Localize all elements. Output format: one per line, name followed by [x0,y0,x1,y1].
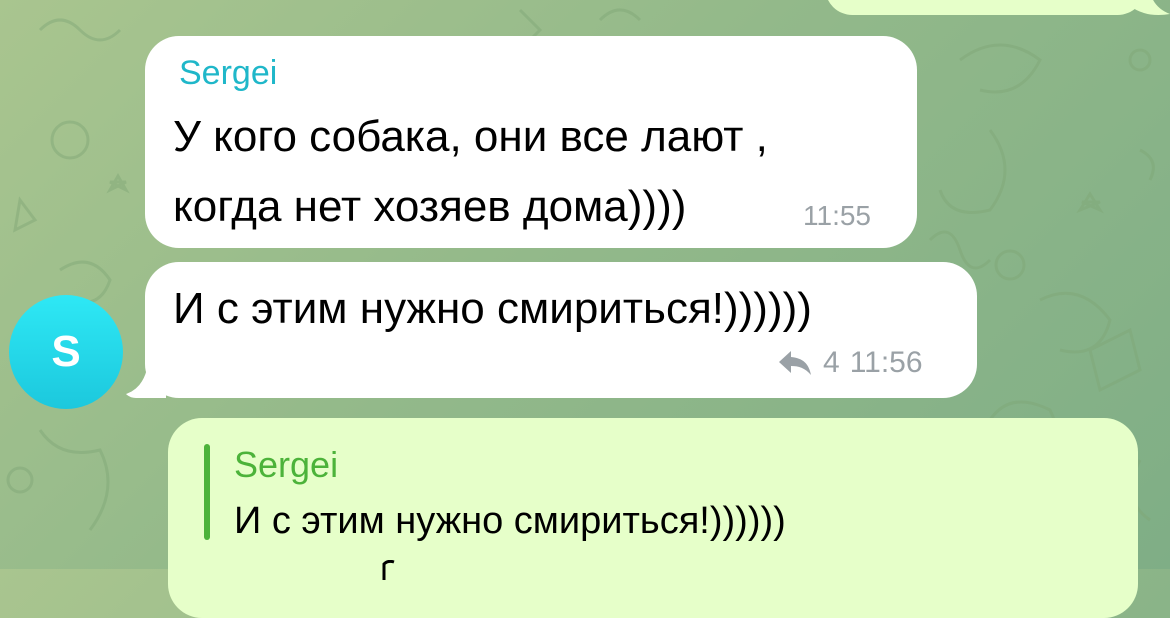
message-timestamp: 11:56 [849,346,923,379]
reply-quote-author[interactable]: Sergei [234,444,338,486]
message-meta[interactable]: 4 11:56 [777,346,923,380]
reply-quote-bar [204,444,210,540]
outgoing-message-bubble[interactable]: Sergei И с этим нужно смириться!)))))) [168,418,1138,618]
message-timestamp: 11:55 [803,200,871,231]
incoming-message-bubble[interactable]: Sergei У кого собака, они все лают , ког… [145,36,917,248]
message-text: И с этим нужно смириться!)))))) [173,284,812,333]
previous-outgoing-bubble[interactable] [825,0,1145,15]
replies-count: 4 [823,346,840,379]
avatar[interactable]: S [9,295,123,409]
incoming-bubble-tail [126,364,166,398]
cut-off-text-line [382,560,395,580]
message-text-line: У кого собака, они все лают , [173,112,768,161]
message-text-line: когда нет хозяев дома)))) [173,182,687,231]
avatar-initial: S [51,327,81,376]
reply-arrow-icon [779,351,811,375]
outgoing-bubble-tail [1130,0,1170,15]
sender-name[interactable]: Sergei [179,54,277,93]
incoming-message-bubble[interactable]: И с этим нужно смириться!)))))) 4 11:56 [145,262,977,398]
reply-quote-text[interactable]: И с этим нужно смириться!)))))) [234,500,786,543]
